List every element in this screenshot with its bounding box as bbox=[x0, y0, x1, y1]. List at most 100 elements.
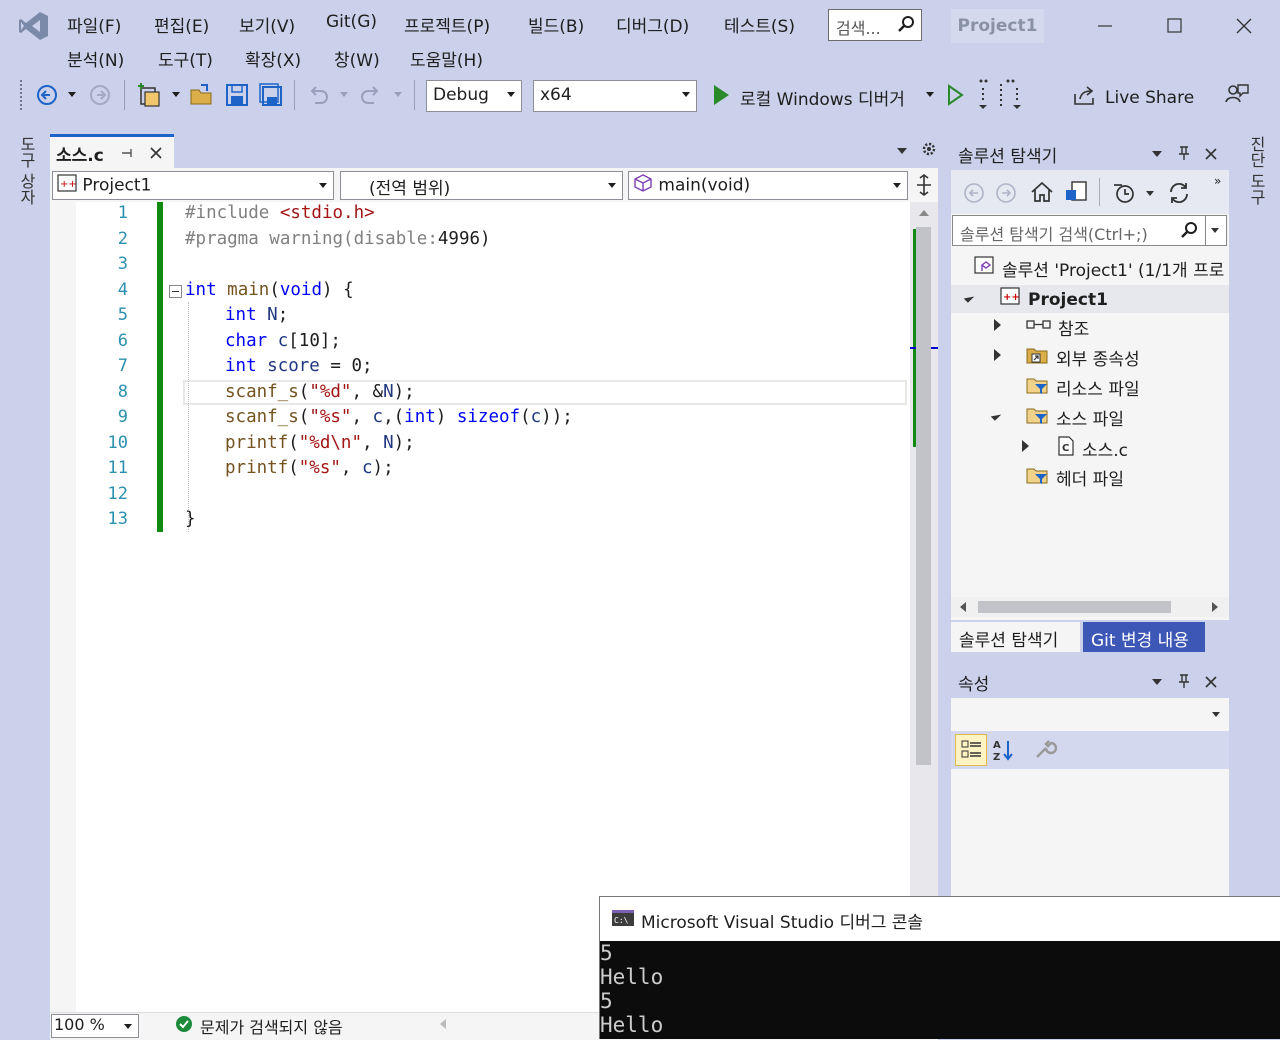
menu-extensions[interactable]: 확장(X) bbox=[245, 46, 301, 71]
solution-hscrollbar[interactable] bbox=[951, 597, 1229, 617]
panel-menu-icon[interactable] bbox=[1152, 151, 1162, 157]
scroll-up-icon[interactable] bbox=[919, 210, 929, 216]
new-dropdown-icon[interactable] bbox=[172, 92, 180, 97]
feedback-icon[interactable] bbox=[1224, 82, 1250, 113]
home-icon[interactable] bbox=[1030, 181, 1054, 208]
tab-overflow-icon[interactable] bbox=[897, 148, 907, 154]
back-button[interactable] bbox=[35, 83, 59, 112]
menu-tools[interactable]: 도구(T) bbox=[158, 46, 213, 71]
header-files-node[interactable]: 헤더 파일 bbox=[1026, 465, 1124, 490]
resource-files-node[interactable]: 리소스 파일 bbox=[1026, 375, 1140, 400]
menu-file[interactable]: 파일(F) bbox=[67, 12, 121, 37]
solution-search-field[interactable]: 솔루션 탐색기 검색(Ctrl+;) bbox=[952, 215, 1227, 246]
forward-icon[interactable] bbox=[995, 182, 1017, 209]
open-folder-button[interactable] bbox=[189, 82, 215, 113]
hscroll-left-icon[interactable] bbox=[440, 1019, 446, 1029]
hot-reload-icon[interactable] bbox=[976, 78, 1026, 117]
nav-project-label: Project1 bbox=[82, 175, 152, 196]
collapsed-arrow-icon[interactable] bbox=[994, 319, 1001, 331]
collapse-toggle-icon[interactable] bbox=[169, 285, 182, 298]
undo-dropdown-icon[interactable] bbox=[340, 92, 348, 97]
search-options-icon[interactable] bbox=[1205, 216, 1226, 245]
live-share-button[interactable]: Live Share bbox=[1073, 84, 1194, 111]
properties-object-combo[interactable] bbox=[951, 700, 1229, 728]
tab-source-c[interactable]: 소스.c bbox=[50, 134, 174, 168]
close-panel-icon[interactable] bbox=[1204, 674, 1218, 694]
redo-dropdown-icon[interactable] bbox=[394, 92, 402, 97]
platform-combo[interactable]: x64 bbox=[533, 80, 697, 112]
new-project-button[interactable] bbox=[136, 82, 164, 113]
menu-test[interactable]: 테스트(S) bbox=[724, 12, 795, 37]
menu-build[interactable]: 빌드(B) bbox=[528, 12, 584, 37]
run-debugger-button[interactable]: 로컬 Windows 디버거 bbox=[712, 84, 905, 111]
hscroll-thumb[interactable] bbox=[978, 601, 1171, 613]
vertical-scrollbar[interactable] bbox=[910, 202, 938, 1012]
issues-status[interactable]: 문제가 검색되지 않음 bbox=[175, 1014, 343, 1038]
scroll-left-icon[interactable] bbox=[960, 602, 966, 612]
pin-icon[interactable] bbox=[1177, 145, 1191, 166]
start-without-debugging-button[interactable] bbox=[947, 84, 965, 111]
settings-gear-icon[interactable] bbox=[921, 141, 937, 162]
source-c-node[interactable]: C 소스.c bbox=[1056, 436, 1128, 461]
line-number: 11 bbox=[107, 458, 128, 478]
menu-help[interactable]: 도움말(H) bbox=[410, 46, 483, 71]
collapsed-arrow-icon[interactable] bbox=[1022, 440, 1029, 452]
menu-git[interactable]: Git(G) bbox=[326, 12, 377, 32]
undo-button[interactable] bbox=[305, 82, 331, 113]
forward-button[interactable] bbox=[88, 83, 112, 112]
property-pages-wrench-icon[interactable] bbox=[1033, 737, 1058, 766]
search-box[interactable]: 검색... bbox=[828, 9, 922, 41]
run-dropdown-icon[interactable] bbox=[926, 92, 934, 97]
pending-changes-filter-icon[interactable] bbox=[1112, 181, 1136, 210]
project-node[interactable]: ++ Project1 bbox=[1000, 287, 1108, 312]
overflow-icon[interactable]: » bbox=[1214, 174, 1221, 188]
solution-node[interactable]: 솔루션 'Project1' (1/1개 프로 bbox=[974, 256, 1224, 281]
source-files-node[interactable]: 소스 파일 bbox=[1026, 405, 1124, 430]
sync-icon[interactable] bbox=[1167, 181, 1191, 210]
save-button[interactable] bbox=[224, 82, 250, 113]
back-icon[interactable] bbox=[963, 182, 985, 209]
save-all-button[interactable] bbox=[258, 82, 284, 113]
alphabetical-button[interactable]: AZ bbox=[991, 737, 1019, 768]
pin-icon[interactable] bbox=[121, 145, 135, 165]
menu-analyze[interactable]: 분석(N) bbox=[67, 46, 124, 71]
redo-button[interactable] bbox=[358, 82, 384, 113]
config-combo[interactable]: Debug bbox=[426, 80, 522, 112]
scroll-right-icon[interactable] bbox=[1212, 602, 1218, 612]
categorized-button[interactable] bbox=[955, 734, 987, 766]
collapsed-arrow-icon[interactable] bbox=[994, 349, 1001, 361]
close-tab-icon[interactable] bbox=[149, 145, 163, 165]
back-dropdown-icon[interactable] bbox=[68, 92, 76, 97]
external-deps-node[interactable]: 외부 종속성 bbox=[1026, 345, 1140, 370]
nav-project-combo[interactable]: ++ Project1 bbox=[52, 171, 334, 200]
tab-solution-explorer[interactable]: 솔루션 탐색기 bbox=[951, 622, 1080, 652]
menu-view[interactable]: 보기(V) bbox=[239, 12, 295, 37]
maximize-button[interactable] bbox=[1160, 10, 1190, 40]
menu-project[interactable]: 프로젝트(P) bbox=[404, 12, 490, 37]
menu-window[interactable]: 창(W) bbox=[334, 46, 380, 71]
menu-debug[interactable]: 디버그(D) bbox=[616, 12, 689, 37]
minimize-button[interactable] bbox=[1090, 10, 1120, 40]
close-panel-icon[interactable] bbox=[1204, 146, 1218, 166]
nav-scope-combo[interactable]: (전역 범위) bbox=[340, 171, 623, 200]
scroll-thumb[interactable] bbox=[916, 227, 931, 765]
switch-views-icon[interactable] bbox=[1064, 180, 1088, 209]
svg-text:A: A bbox=[993, 740, 1001, 751]
zoom-combo[interactable]: 100 % bbox=[51, 1014, 139, 1038]
menu-edit[interactable]: 편집(E) bbox=[154, 12, 209, 37]
tab-git-changes[interactable]: Git 변경 내용 bbox=[1083, 622, 1205, 652]
pin-icon[interactable] bbox=[1177, 673, 1191, 694]
split-editor-icon[interactable] bbox=[914, 174, 934, 201]
line-number: 8 bbox=[117, 382, 128, 402]
close-button[interactable] bbox=[1229, 10, 1259, 40]
toolbox-sidebar[interactable]: 도구 상자 bbox=[0, 128, 50, 1039]
filter-dropdown-icon[interactable] bbox=[1146, 191, 1154, 196]
vs-logo[interactable] bbox=[18, 10, 50, 42]
code-editor[interactable]: 1 2 3 4 5 6 7 8 9 10 11 12 13 #include <stdio.h> #pr… bbox=[50, 202, 938, 1012]
nav-function-combo[interactable]: main(void) bbox=[628, 171, 908, 200]
project-title-badge: Project1 bbox=[951, 9, 1044, 43]
debug-console-window[interactable]: C:\ Microsoft Visual Studio 디버그 콘솔 5 Hel… bbox=[599, 896, 1280, 1039]
references-node[interactable]: 참조 bbox=[1026, 315, 1089, 340]
panel-menu-icon[interactable] bbox=[1152, 679, 1162, 685]
console-titlebar[interactable]: C:\ Microsoft Visual Studio 디버그 콘솔 bbox=[600, 897, 1280, 941]
